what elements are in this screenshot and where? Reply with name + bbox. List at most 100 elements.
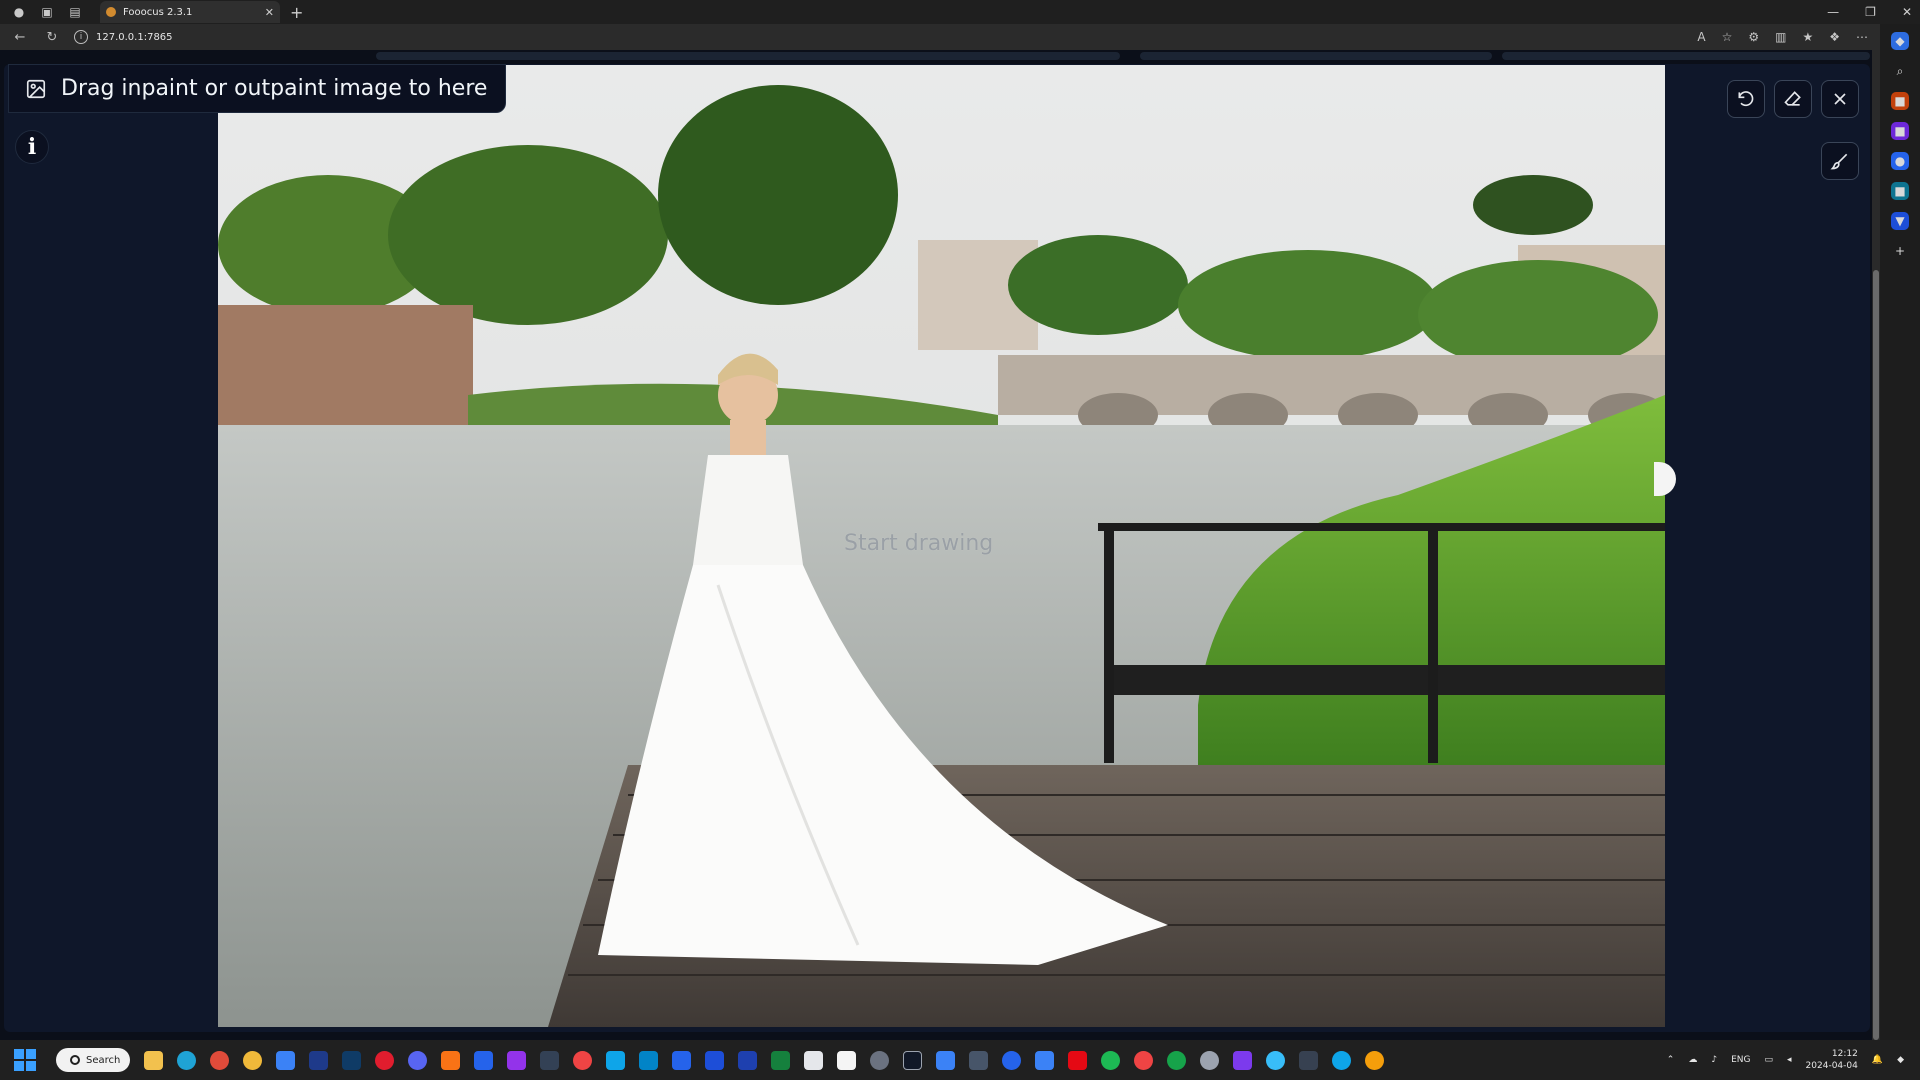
screen: ● ▣ ▤ Fooocus 2.3.1 ✕ + — ❐ ✕ ← ↻ i 127.… xyxy=(0,0,1920,1080)
folder-icon[interactable] xyxy=(507,1050,526,1070)
profile-icon[interactable]: ● xyxy=(10,3,28,21)
file-icon[interactable] xyxy=(804,1050,823,1070)
media-app-icon[interactable] xyxy=(573,1050,592,1070)
more-menu-icon[interactable]: ⋯ xyxy=(1856,30,1868,44)
page-scrollbar-thumb[interactable] xyxy=(1873,270,1879,1040)
notes-icon[interactable] xyxy=(672,1050,691,1070)
clock-time: 12:12 xyxy=(1831,1049,1858,1059)
zoom-icon[interactable] xyxy=(1002,1050,1021,1070)
drop-image-text: Drag inpaint or outpaint image to here xyxy=(61,76,488,101)
word-icon[interactable] xyxy=(738,1050,757,1070)
drop-icon[interactable]: ▼ xyxy=(1891,212,1909,230)
calculator-icon[interactable] xyxy=(903,1050,922,1070)
restore-icon[interactable]: ❐ xyxy=(1865,5,1876,19)
tray-chevron-icon[interactable]: ⌃ xyxy=(1667,1055,1675,1065)
notification-icon[interactable]: 🔔 xyxy=(1872,1055,1883,1065)
edge-icon[interactable] xyxy=(177,1050,196,1070)
collections-icon[interactable]: ❖ xyxy=(1829,30,1840,44)
tools-icon[interactable]: ■ xyxy=(1891,122,1909,140)
brush-button[interactable] xyxy=(1821,142,1859,180)
copilot-taskbar-icon[interactable]: ◆ xyxy=(1897,1055,1904,1065)
excel-icon[interactable] xyxy=(771,1050,790,1070)
photoshop-icon[interactable] xyxy=(342,1050,361,1070)
save-app-icon[interactable] xyxy=(936,1050,955,1070)
docs-icon[interactable] xyxy=(705,1050,724,1070)
terminal-app-icon[interactable] xyxy=(540,1050,559,1070)
purple-app-icon[interactable] xyxy=(1233,1050,1252,1070)
refresh-icon[interactable]: ↻ xyxy=(40,25,64,49)
language-indicator[interactable]: ENG xyxy=(1731,1055,1750,1065)
canvas-edge-handle[interactable] xyxy=(1654,462,1676,496)
spotify-icon[interactable] xyxy=(1101,1050,1120,1070)
brush-icon xyxy=(1830,153,1848,170)
shield-icon[interactable] xyxy=(474,1050,493,1070)
system-tray: ⌃ ☁ ♪ ENG ▭ ◂ 12:12 2024-04-04 🔔 ◆ xyxy=(1667,1040,1904,1080)
obs-icon[interactable] xyxy=(1200,1050,1219,1070)
snipping-icon[interactable] xyxy=(837,1050,856,1070)
favorite-star-icon[interactable]: ☆ xyxy=(1722,30,1733,44)
network-icon[interactable]: ▭ xyxy=(1765,1055,1774,1065)
discord-icon[interactable] xyxy=(408,1050,427,1070)
new-tab-icon[interactable]: + xyxy=(290,3,303,22)
table-app-icon[interactable] xyxy=(969,1050,988,1070)
mail-icon[interactable] xyxy=(606,1050,625,1070)
windows-start-icon[interactable] xyxy=(14,1049,36,1071)
split-screen-icon[interactable]: ▥ xyxy=(1775,30,1786,44)
lightroom-icon[interactable] xyxy=(309,1050,328,1070)
sidebar-search-icon[interactable]: ⌕ xyxy=(1891,62,1909,80)
shopping-icon[interactable]: ■ xyxy=(1891,92,1909,110)
games-icon[interactable]: ● xyxy=(1891,152,1909,170)
calendar-icon[interactable] xyxy=(639,1050,658,1070)
drop-image-label[interactable]: Drag inpaint or outpaint image to here xyxy=(8,64,507,113)
back-icon[interactable]: ← xyxy=(8,25,32,49)
info-button[interactable]: i xyxy=(15,130,49,164)
outlook-icon[interactable]: ■ xyxy=(1891,182,1909,200)
minimize-icon[interactable]: — xyxy=(1827,5,1839,19)
xbox-icon[interactable] xyxy=(1167,1050,1186,1070)
url-text: 127.0.0.1:7865 xyxy=(96,31,173,43)
start-drawing-hint: Start drawing xyxy=(844,531,994,556)
store-icon[interactable] xyxy=(276,1050,295,1070)
fooocus-app: Drag inpaint or outpaint image to here i… xyxy=(0,50,1872,1040)
netflix-icon[interactable] xyxy=(1068,1050,1087,1070)
microphone-icon[interactable]: ♪ xyxy=(1711,1055,1717,1065)
command-prompt-icon[interactable] xyxy=(1299,1050,1318,1070)
browser-tab[interactable]: Fooocus 2.3.1 ✕ xyxy=(100,1,280,23)
file-explorer-icon[interactable] xyxy=(144,1050,163,1070)
chrome-dev-icon[interactable] xyxy=(1365,1050,1384,1070)
telegram-icon[interactable] xyxy=(1266,1050,1285,1070)
url-field[interactable]: i 127.0.0.1:7865 xyxy=(74,27,173,47)
taskbar-search-label: Search xyxy=(86,1054,121,1066)
news-icon[interactable] xyxy=(1035,1050,1054,1070)
brave-icon[interactable] xyxy=(441,1050,460,1070)
top-panel-segment xyxy=(376,52,1120,60)
eraser-icon xyxy=(1784,91,1801,106)
favorites-icon[interactable]: ★ xyxy=(1802,30,1813,44)
window-close-icon[interactable]: ✕ xyxy=(1902,5,1912,19)
close-editor-button[interactable] xyxy=(1821,80,1859,118)
tab-close-icon[interactable]: ✕ xyxy=(265,6,274,19)
clock[interactable]: 12:12 2024-04-04 xyxy=(1806,1048,1858,1072)
chat-app-icon[interactable] xyxy=(1332,1050,1351,1070)
volume-icon[interactable]: ◂ xyxy=(1787,1055,1792,1065)
clock-date: 2024-04-04 xyxy=(1805,1061,1858,1071)
opera-icon[interactable] xyxy=(375,1050,394,1070)
chrome-canary-icon[interactable] xyxy=(243,1050,262,1070)
copilot-icon[interactable]: ◆ xyxy=(1891,32,1909,50)
onedrive-icon[interactable]: ☁ xyxy=(1688,1055,1697,1065)
address-bar: ← ↻ i 127.0.0.1:7865 A ☆ ⚙ ▥ ★ ❖ ⋯ xyxy=(0,24,1920,50)
top-panel-segment xyxy=(1140,52,1492,60)
extensions-icon[interactable]: ⚙ xyxy=(1748,30,1759,44)
tab-actions-icon[interactable]: ▤ xyxy=(66,3,84,21)
read-aloud-icon[interactable]: A xyxy=(1697,30,1705,44)
youtube-music-icon[interactable] xyxy=(1134,1050,1153,1070)
site-info-icon[interactable]: i xyxy=(74,30,88,44)
settings-app-icon[interactable] xyxy=(870,1050,889,1070)
taskbar-search[interactable]: Search xyxy=(56,1048,130,1072)
undo-button[interactable] xyxy=(1727,80,1765,118)
image-icon xyxy=(26,79,46,98)
sidebar-add-icon[interactable]: + xyxy=(1891,242,1909,260)
chrome-icon[interactable] xyxy=(210,1050,229,1070)
eraser-button[interactable] xyxy=(1774,80,1812,118)
workspaces-icon[interactable]: ▣ xyxy=(38,3,56,21)
